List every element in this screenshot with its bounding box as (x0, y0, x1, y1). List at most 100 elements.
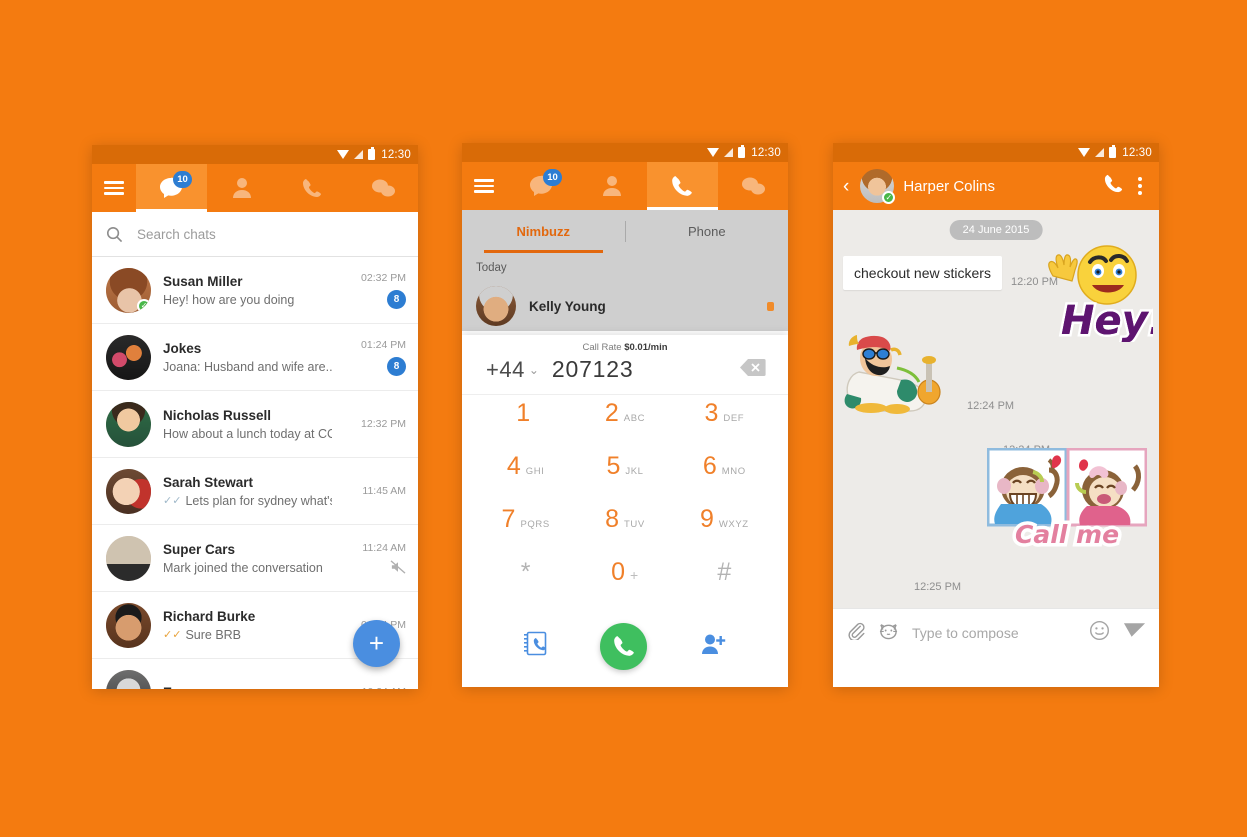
key-digit: # (717, 558, 732, 586)
online-status-badge: ✓ (882, 191, 896, 204)
tab-calls[interactable] (647, 162, 718, 210)
battery-icon (738, 145, 746, 158)
key-letters: TUV (624, 519, 645, 530)
tab-chats[interactable]: 10 (136, 164, 207, 212)
unread-count-badge: 8 (387, 289, 406, 309)
backspace-icon[interactable] (740, 358, 766, 382)
country-code[interactable]: +44 (486, 357, 525, 383)
search-bar[interactable]: Search chats (92, 212, 418, 257)
call-log-name: Kelly Young (529, 298, 606, 314)
tab-chats[interactable]: 10 (506, 162, 577, 210)
dialpad-key-7[interactable]: 7 PQRS (476, 505, 575, 558)
hamburger-menu-icon[interactable] (92, 164, 136, 212)
contacts-book-icon[interactable] (523, 631, 547, 661)
dialpad-key-star[interactable]: * (476, 558, 575, 611)
hamburger-menu-icon[interactable] (462, 162, 506, 210)
dialpad-key-2[interactable]: 2 ABC (575, 399, 674, 452)
status-bar: 12:30 (462, 143, 788, 162)
subtab-phone[interactable]: Phone (626, 210, 789, 253)
smiley-icon[interactable] (1089, 620, 1110, 646)
dialpad-key-3[interactable]: 3 DEF (675, 399, 774, 452)
avatar (106, 401, 151, 447)
key-letters: DEF (723, 413, 745, 424)
key-digit: 2 (604, 399, 619, 427)
table-row[interactable]: Sarah Stewart ✓✓ Lets plan for sydney wh… (92, 458, 418, 525)
call-me-monkeys-sticker: Call me Call me (986, 447, 1148, 553)
list-item[interactable]: Kelly Young (476, 286, 774, 326)
key-letters: + (630, 567, 639, 583)
call-log-section: Today Kelly Young (462, 253, 788, 331)
paperclip-icon[interactable] (846, 621, 865, 645)
message-timestamp: 12:25 PM (914, 581, 962, 593)
call-button[interactable] (600, 622, 648, 670)
avatar[interactable]: ✓ (860, 169, 896, 204)
chat-time: 01:24 PM (361, 338, 406, 351)
dialpad-key-hash[interactable]: # (675, 558, 774, 611)
key-digit: 9 (699, 505, 714, 533)
status-bar: 12:30 (92, 145, 418, 164)
phone-conversation-screen: 12:30 ‹ ✓ Harper Colins 24 June 2015 che… (833, 143, 1159, 687)
dialpad-key-0[interactable]: 0 + (575, 558, 674, 611)
call-rate-prefix: Call Rate (582, 342, 625, 353)
screenshot-stage: 12:30 10 Search chats ✓ Susan Miller Hey… (0, 0, 1247, 837)
phone-handset-icon[interactable] (1103, 173, 1124, 199)
wifi-icon (337, 150, 350, 159)
search-input[interactable]: Search chats (137, 227, 216, 242)
dialpad-key-6[interactable]: 6 MNO (675, 452, 774, 505)
table-row[interactable]: ✓ Susan Miller Hey! how are you doing 02… (92, 257, 418, 324)
table-row[interactable]: Jokes Joana: Husband and wife are.. 01:2… (92, 324, 418, 391)
key-letters: ABC (623, 413, 646, 424)
kebab-menu-icon[interactable] (1133, 177, 1147, 195)
call-type-icon (767, 301, 774, 311)
dialpad-key-1[interactable]: 1 (476, 399, 575, 452)
tab-rooms[interactable] (718, 162, 789, 210)
cat-sticker-icon[interactable] (878, 621, 899, 645)
status-bar-clock: 12:30 (381, 148, 411, 161)
key-digit: 0 (611, 558, 626, 586)
number-input-row[interactable]: +44 ⌄ 207123 (462, 356, 788, 395)
dialpad-key-5[interactable]: 5 JKL (575, 452, 674, 505)
key-digit: 1 (516, 399, 531, 427)
dialpad-key-4[interactable]: 4 GHI (476, 452, 575, 505)
double-check-icon: ✓✓ (163, 629, 182, 641)
key-digit: 8 (605, 505, 620, 533)
dialer-subtabs: Nimbuzz Phone (462, 210, 788, 253)
status-bar-clock: 12:30 (1122, 146, 1152, 159)
avatar (476, 286, 516, 326)
chat-time: 11:45 AM (362, 485, 406, 497)
signal-icon (1095, 148, 1105, 157)
app-bar: 10 (92, 164, 418, 212)
tab-contacts[interactable] (207, 164, 278, 212)
tab-contacts[interactable] (577, 162, 648, 210)
hookah-man-sticker (841, 310, 956, 415)
double-check-icon: ✓✓ (163, 495, 182, 507)
status-bar-icons (337, 147, 376, 160)
dial-pad-keys: 1 2 ABC 3 DEF 4 GHI 5 JKL 6 MNO 7 PQRS 8 TUV 9W… (462, 395, 788, 611)
phone-dialer-screen: 12:30 10 Nimbuzz Phone Today Kelly Young… (462, 143, 788, 687)
status-bar: 12:30 (833, 143, 1159, 162)
tab-calls[interactable] (277, 164, 348, 212)
chat-preview: Hey! how are you doing (163, 292, 295, 307)
chat-name: Super Cars (163, 541, 236, 557)
table-row[interactable]: Nicholas Russell How about a lunch today… (92, 391, 418, 458)
new-chat-fab[interactable]: + (353, 620, 400, 667)
dialpad-key-8[interactable]: 8 TUV (575, 505, 674, 558)
call-rate-label: Call Rate $0.01/min (462, 335, 788, 356)
svg-text:Hey!: Hey! (1061, 298, 1153, 342)
table-row[interactable]: Super Cars Mark joined the conversation … (92, 525, 418, 592)
dialpad-key-9[interactable]: 9 WXYZ (675, 505, 774, 558)
tab-rooms[interactable] (348, 164, 419, 212)
chat-preview: Lets plan for sydney what's say (185, 493, 332, 508)
chat-preview: How about a lunch today at CCD (163, 426, 332, 441)
key-digit: 6 (702, 452, 717, 480)
send-icon[interactable] (1123, 621, 1146, 644)
back-arrow-icon[interactable]: ‹ (841, 177, 851, 196)
chat-preview: Sure BRB (185, 627, 242, 642)
phone-number-input[interactable]: 207123 (552, 356, 634, 383)
compose-input[interactable]: Type to compose (912, 625, 1076, 641)
chevron-down-icon[interactable]: ⌄ (529, 363, 539, 377)
add-contact-icon[interactable] (701, 633, 727, 660)
subtab-nimbuzz[interactable]: Nimbuzz (462, 210, 625, 253)
message-list[interactable]: 24 June 2015 checkout new stickers 12:20… (833, 210, 1159, 608)
chat-list[interactable]: ✓ Susan Miller Hey! how are you doing 02… (92, 257, 418, 689)
